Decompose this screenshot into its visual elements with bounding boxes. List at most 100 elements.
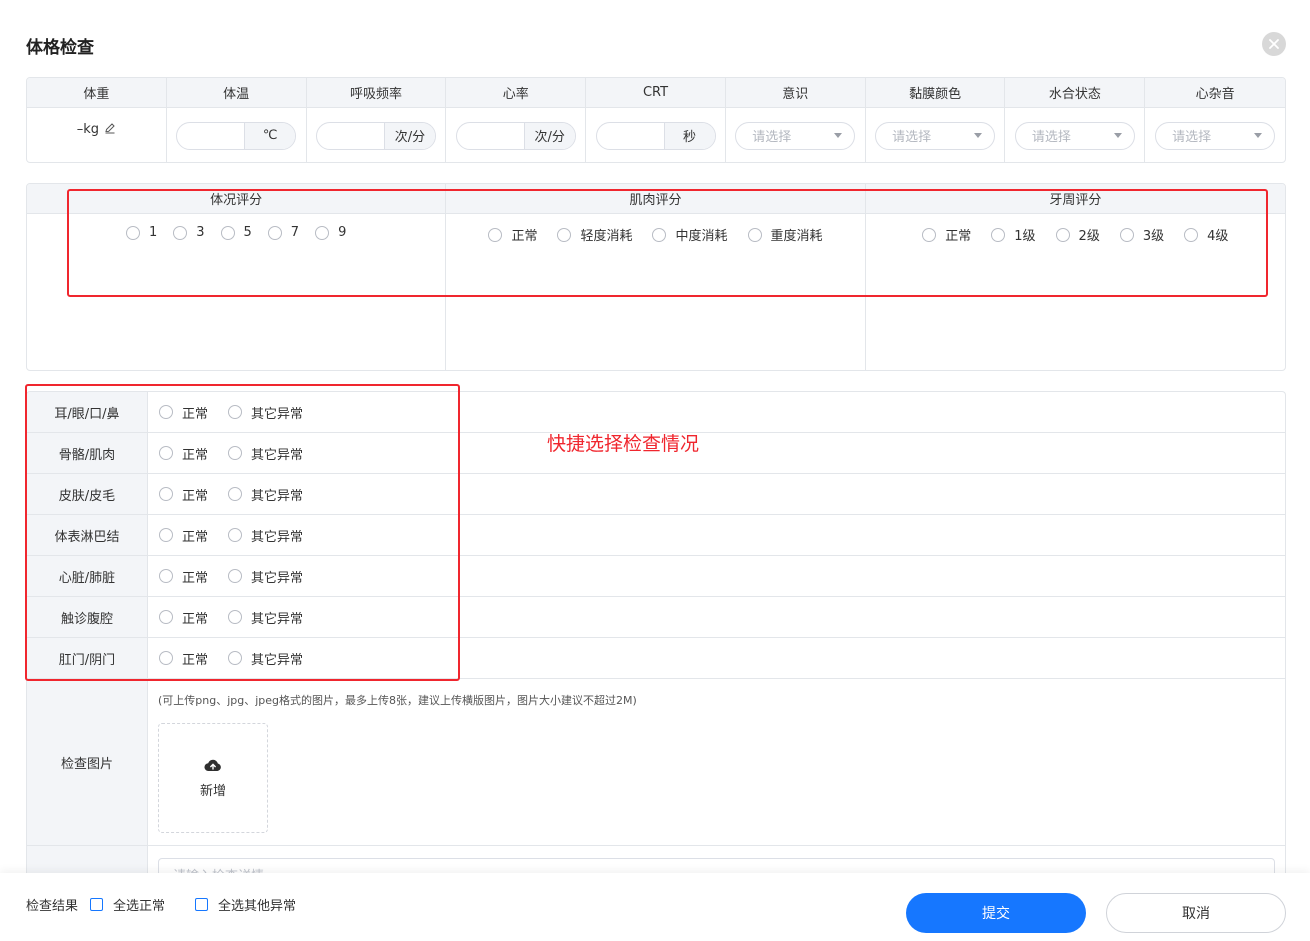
muscle-option-severe[interactable]: 重度消耗	[747, 225, 823, 244]
check-option-abnormal[interactable]: 其它异常	[228, 485, 303, 504]
check-row: 心脏/肺脏 正常 其它异常	[27, 556, 1285, 597]
select-all-abnormal-checkbox[interactable]: 全选其他异常	[195, 895, 296, 914]
check-option-normal[interactable]: 正常	[159, 649, 208, 668]
check-option-abnormal[interactable]: 其它异常	[228, 526, 303, 545]
footer-bar: 检查结果 全选正常 全选其他异常 提交 取消	[0, 873, 1310, 941]
body-condition-score: 体况评分 1 3 5 7 9	[27, 184, 447, 370]
close-button[interactable]	[1262, 32, 1286, 56]
score-table: 体况评分 1 3 5 7 9 肌肉评分 正常 轻度消耗 中度消耗 重度消耗 牙周…	[26, 183, 1286, 371]
check-row: 肛门/阴门 正常 其它异常	[27, 638, 1285, 679]
pencil-icon	[105, 123, 115, 134]
heart-rate-input[interactable]: 次/分	[455, 121, 576, 150]
periodontal-option-2[interactable]: 2级	[1055, 225, 1100, 244]
check-option-abnormal[interactable]: 其它异常	[228, 444, 303, 463]
header-heart-murmur: 心杂音	[1195, 87, 1235, 102]
header-mucosa-color: 黏膜颜色	[866, 78, 1006, 107]
consciousness-select[interactable]: 请选择	[735, 121, 856, 150]
crt-input[interactable]: 秒	[595, 121, 716, 150]
check-option-abnormal[interactable]: 其它异常	[228, 608, 303, 627]
hydration-cell: 请选择	[1005, 108, 1146, 162]
result-label: 检查结果	[26, 899, 79, 914]
upload-label: 新增	[199, 783, 226, 799]
periodontal-option-4[interactable]: 4级	[1184, 225, 1228, 244]
respiration-input[interactable]: 次/分	[315, 121, 436, 150]
muscle-score: 肌肉评分 正常 轻度消耗 中度消耗 重度消耗	[446, 184, 866, 370]
header-weight: 体重	[27, 78, 167, 107]
check-option-normal[interactable]: 正常	[159, 444, 208, 463]
header-temperature: 体温	[167, 78, 307, 107]
caret-down-icon	[1113, 133, 1122, 138]
check-option-abnormal[interactable]: 其它异常	[228, 403, 303, 422]
details-textarea[interactable]: 请输入检查详情	[158, 858, 1275, 873]
check-option-normal[interactable]: 正常	[159, 403, 208, 422]
temperature-unit: ℃	[244, 122, 296, 149]
bcs-option-9[interactable]: 9	[315, 225, 346, 240]
consciousness-cell: 请选择	[726, 108, 866, 162]
check-result: 检查结果 全选正常 全选其他异常	[26, 895, 296, 914]
dialog-title: 体格检查	[26, 38, 94, 58]
check-row-label: 骨骼/肌肉	[27, 433, 148, 473]
check-option-normal[interactable]: 正常	[159, 608, 208, 627]
header-consciousness: 意识	[726, 78, 866, 107]
check-row-label: 心脏/肺脏	[27, 556, 148, 596]
muscle-option-mild[interactable]: 轻度消耗	[557, 225, 632, 244]
bcs-option-1[interactable]: 1	[125, 225, 157, 240]
periodontal-option-3[interactable]: 3级	[1119, 225, 1164, 244]
check-option-normal[interactable]: 正常	[159, 567, 208, 586]
cancel-button[interactable]: 取消	[1106, 893, 1286, 933]
heart-rate-unit: 次/分	[523, 122, 575, 149]
check-row-label: 体表淋巴结	[27, 515, 148, 555]
caret-down-icon	[1254, 133, 1263, 138]
select-all-normal-checkbox[interactable]: 全选正常	[90, 895, 165, 914]
check-row: 体表淋巴结 正常 其它异常	[27, 515, 1285, 556]
check-row-label: 肛门/阴门	[27, 638, 148, 678]
header-crt: CRT	[586, 78, 726, 107]
respiration-unit: 次/分	[383, 122, 435, 149]
hydration-select[interactable]: 请选择	[1014, 121, 1135, 150]
check-table: 耳/眼/口/鼻 正常 其它异常 骨骼/肌肉 正常 其它异常 皮肤/皮毛 正常 其…	[26, 391, 1286, 873]
header-hydration: 水合状态	[1005, 78, 1146, 107]
bcs-option-5[interactable]: 5	[220, 225, 252, 240]
periodontal-score: 牙周评分 正常 1级 2级 3级 4级	[865, 184, 1285, 370]
upload-hint: (可上传png、jpg、jpeg格式的图片，最多上传8张，建议上传横版图片，图片…	[158, 694, 637, 707]
periodontal-option-1[interactable]: 1级	[991, 225, 1036, 244]
bcs-option-7[interactable]: 7	[267, 225, 299, 240]
heart-murmur-select[interactable]: 请选择	[1155, 121, 1276, 150]
muscle-option-normal[interactable]: 正常	[488, 225, 537, 244]
caret-down-icon	[834, 133, 843, 138]
close-icon	[1269, 39, 1279, 49]
mucosa-color-select[interactable]: 请选择	[875, 121, 996, 150]
check-row: 触诊腹腔 正常 其它异常	[27, 597, 1285, 638]
periodontal-option-normal[interactable]: 正常	[922, 225, 971, 244]
check-option-abnormal[interactable]: 其它异常	[228, 567, 303, 586]
check-option-normal[interactable]: 正常	[159, 485, 208, 504]
weight-edit-button[interactable]	[104, 122, 116, 134]
bcs-option-3[interactable]: 3	[173, 225, 205, 240]
submit-button[interactable]: 提交	[906, 893, 1086, 933]
check-option-normal[interactable]: 正常	[159, 526, 208, 545]
select-placeholder: 请选择	[892, 130, 932, 145]
vitals-header-row: 体重 体温 呼吸频率 心率 CRT 意识 黏膜颜色 水合状态 心杂音	[27, 78, 1285, 108]
select-placeholder: 请选择	[1031, 130, 1071, 145]
heart-murmur-cell: 请选择	[1145, 108, 1285, 162]
respiration-cell: 次/分	[307, 108, 447, 162]
select-placeholder: 请选择	[1172, 130, 1212, 145]
crt-cell: 秒	[586, 108, 726, 162]
header-respiration: 呼吸频率	[307, 78, 447, 107]
weight-value: –kg	[76, 122, 100, 137]
weight-cell: –kg	[27, 108, 167, 162]
photo-row: 检查图片 (可上传png、jpg、jpeg格式的图片，最多上传8张，建议上传横版…	[27, 679, 1285, 846]
photo-label: 检查图片	[27, 679, 148, 845]
temperature-input[interactable]: ℃	[176, 121, 297, 150]
cloud-upload-icon	[204, 759, 221, 771]
check-row: 耳/眼/口/鼻 正常 其它异常	[27, 392, 1285, 433]
muscle-score-title: 肌肉评分	[446, 184, 865, 214]
upload-button[interactable]: 新增	[158, 723, 268, 833]
mucosa-color-cell: 请选择	[866, 108, 1006, 162]
vitals-input-row: –kg ℃ 次/分 次/分 秒 请选择 请选择 请选择 请选择	[27, 108, 1285, 162]
heart-rate-cell: 次/分	[446, 108, 587, 162]
vitals-table: 体重 体温 呼吸频率 心率 CRT 意识 黏膜颜色 水合状态 心杂音 –kg ℃	[26, 77, 1286, 163]
muscle-option-moderate[interactable]: 中度消耗	[652, 225, 728, 244]
check-option-abnormal[interactable]: 其它异常	[228, 649, 303, 668]
select-placeholder: 请选择	[752, 130, 792, 145]
